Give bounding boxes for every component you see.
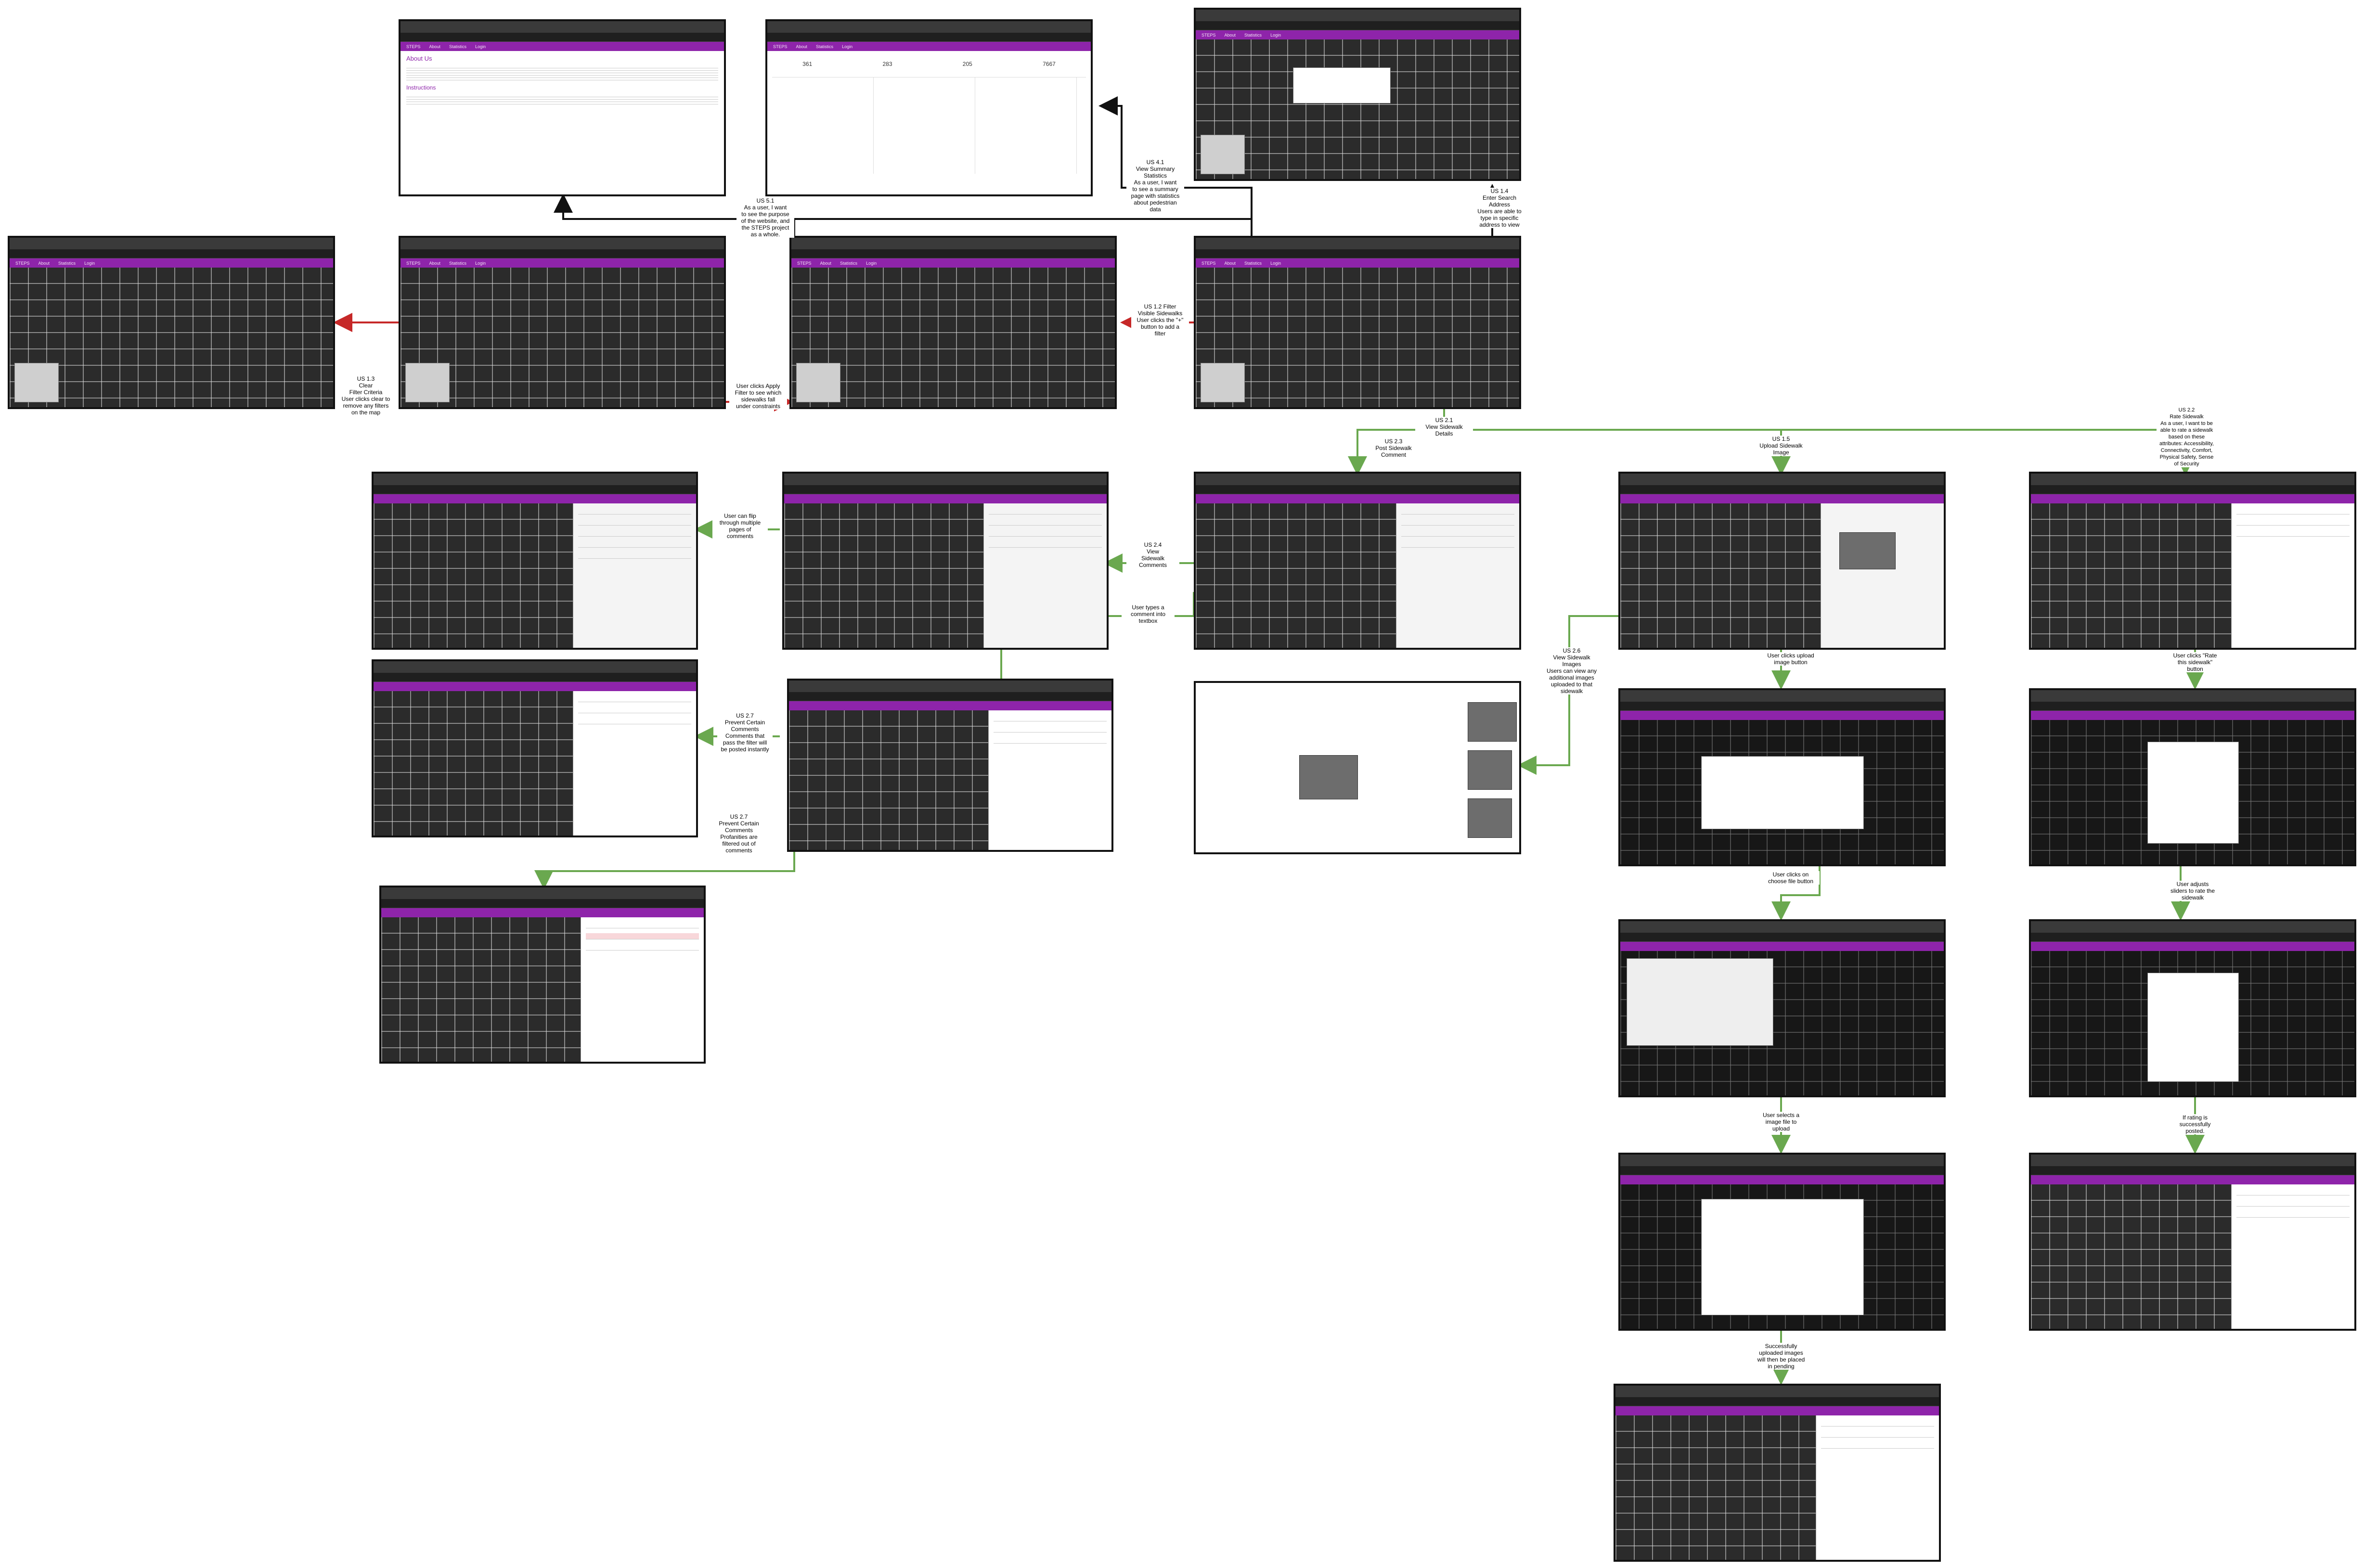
stat-value: 7667 [1043,61,1056,67]
image-thumbnail[interactable] [1468,750,1512,790]
label-us51: US 5.1 As a user, I want to see the purp… [736,197,794,238]
screenshot-statistics: STEPS About Statistics Login 361 283 205 76… [765,19,1093,196]
screenshot-file-picker [1618,919,1946,1097]
screenshot-rate-dialog [2029,688,2356,866]
label-types: User types a comment into textbox [1122,604,1175,624]
screenshot-view-comments [782,472,1109,650]
label-select-img: User selects a image file to upload [1752,1112,1810,1132]
label-us15: US 1.5 Upload Sidewalk Image [1752,436,1810,456]
label-us23: US 2.3 Post Sidewalk Comment [1367,438,1420,458]
label-us22: US 2.2 Rate Sidewalk As a user, I want t… [2157,407,2217,467]
screenshot-map-home: STEPS About Statistics Login [1194,236,1521,409]
screenshot-comment-filtered [379,886,706,1064]
label-us12: US 1.2 Filter Visible Sidewalks User cli… [1131,303,1189,337]
label-us41: US 4.1 View Summary Statistics As a user… [1126,159,1184,213]
screenshot-upload-dialog [1618,688,1946,866]
stat-value: 283 [882,61,892,67]
label-pending: Successfully uploaded images will then b… [1747,1343,1815,1370]
screenshot-post-comment [1194,472,1521,650]
label-flip: User can flip through multiple pages of … [712,513,768,540]
screenshot-search: STEPS About Statistics Login [1194,8,1521,181]
screenshot-filter: STEPS About Statistics Login [789,236,1117,409]
screenshot-image-pending [1614,1384,1941,1562]
screenshot-sidewalk-images [1194,681,1521,854]
about-heading: About Us [406,55,432,62]
stat-value: 361 [802,61,813,67]
label-us13: US 1.3 Clear Filter Criteria User clicks… [337,375,395,416]
label-choose-btn: User clicks on choose file button [1762,871,1820,885]
label-posted: If rating is successfully posted. [2166,1114,2224,1134]
image-thumbnail[interactable] [1299,755,1358,799]
connector-layer [333,96,2205,1385]
screenshot-type-comment [787,679,1113,852]
label-us27a: US 2.7 Prevent Certain Comments Comments… [717,712,773,753]
screenshot-comments-pages [372,472,698,650]
label-us14: US 1.4 Enter Search Address Users are ab… [1473,188,1526,228]
image-thumbnail[interactable] [1468,798,1512,838]
screenshot-about: STEPS About Statistics Login About Us Instr… [399,19,726,196]
label-us24: US 2.4 View Sidewalk Comments [1126,541,1179,568]
label-apply: User clicks Apply Filter to see which si… [729,383,787,410]
screenshot-apply-filter: STEPS About Statistics Login [399,236,726,409]
screenshot-rating-posted [2029,1153,2356,1331]
screenshot-image-selected [1618,1153,1946,1331]
image-thumbnail[interactable] [1468,702,1517,742]
screenshot-clear-filter: STEPS About Statistics Login [8,236,335,409]
label-upload-btn: User clicks upload image button [1762,652,1820,666]
screenshot-rate-start [2029,472,2356,650]
screenshot-rate-sliders [2029,919,2356,1097]
arrow-details-branch [1443,382,2195,476]
stat-value: 205 [962,61,972,67]
label-sliders: User adjusts sliders to rate the sidewal… [2161,881,2224,901]
screenshot-comment-posted [372,659,698,837]
screenshot-upload-start [1618,472,1946,650]
label-us27b: US 2.7 Prevent Certain Comments Profanit… [712,813,765,854]
label-us26: US 2.6 View Sidewalk Images Users can vi… [1540,647,1603,694]
label-rate-btn: User clicks "Rate this sidewalk" button [2166,652,2224,672]
label-us21: US 2.1 View Sidewalk Details [1415,417,1473,437]
instructions-heading: Instructions [406,84,436,91]
